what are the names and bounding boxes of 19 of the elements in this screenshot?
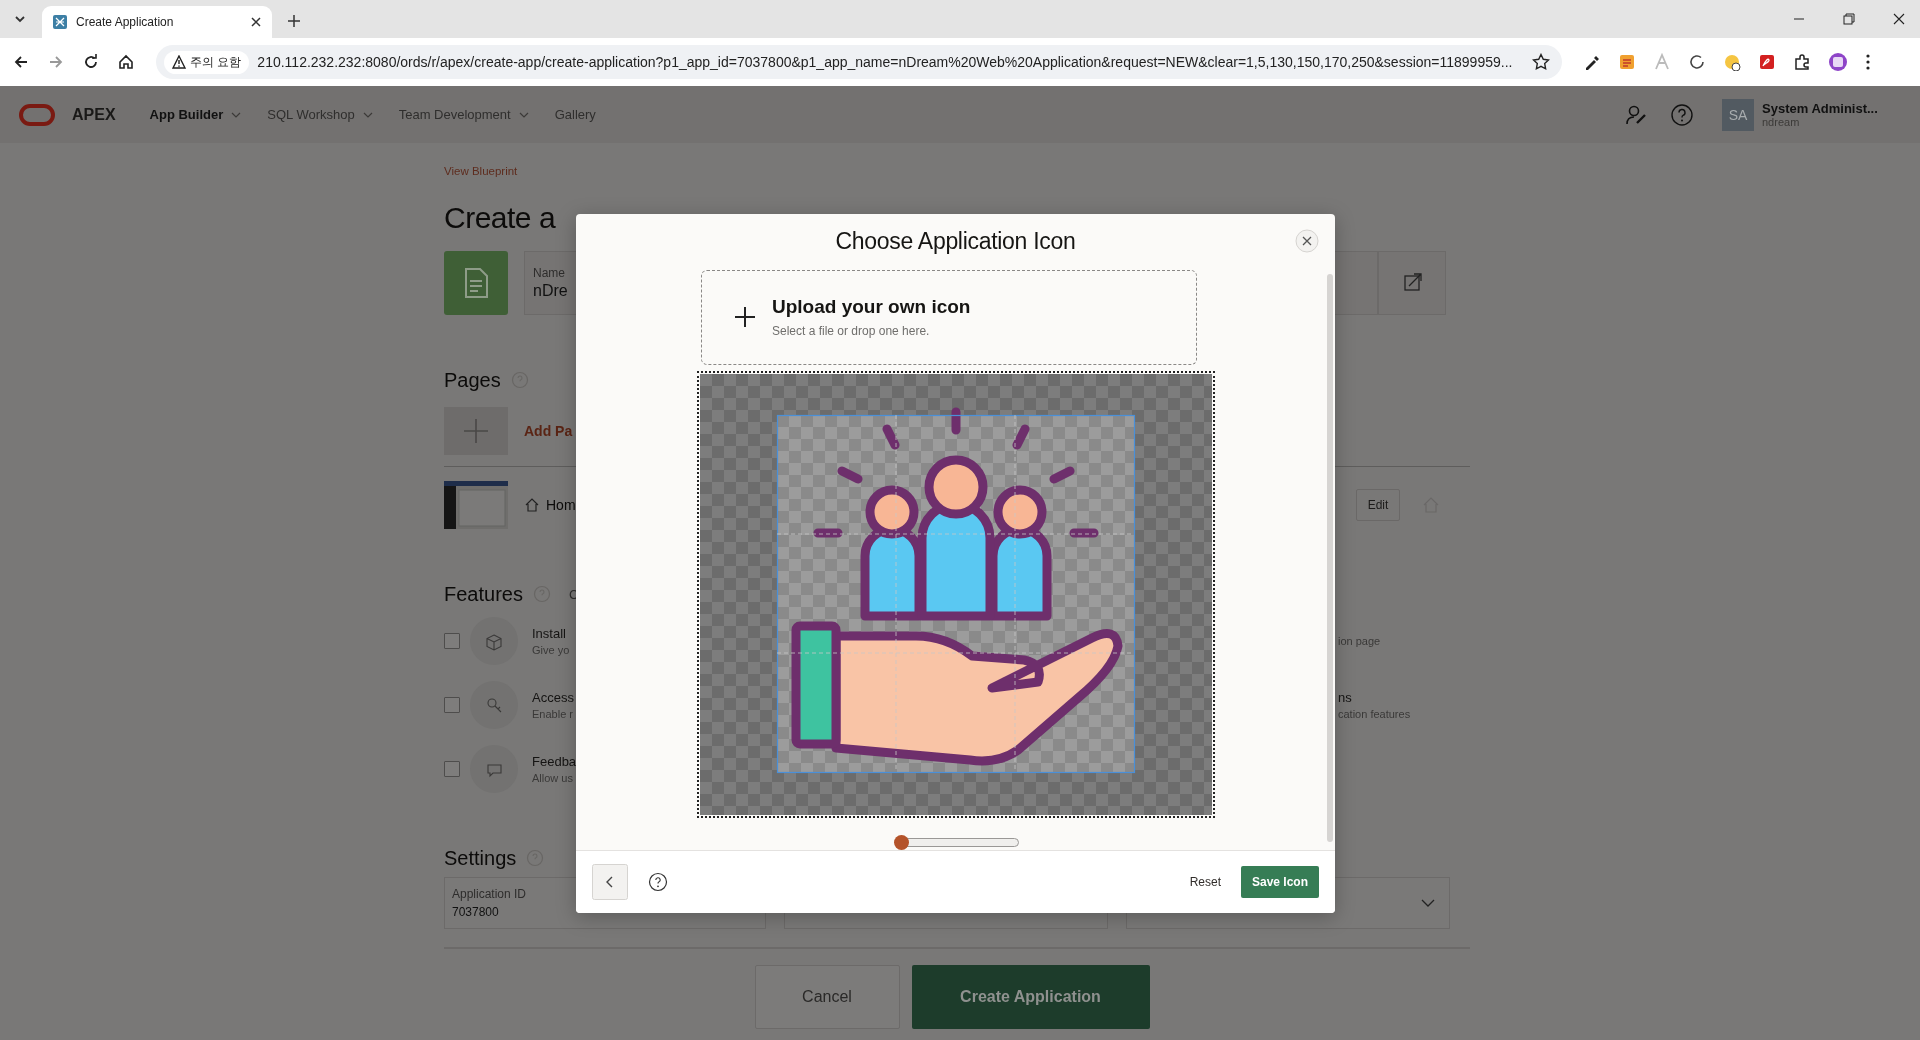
feature-description: Allow us xyxy=(532,772,574,784)
section-heading: Settings xyxy=(444,846,517,870)
upload-title: Upload your own icon xyxy=(772,296,971,319)
feature-title: Install xyxy=(532,626,567,641)
dialog-title: Choose Application Icon xyxy=(835,228,1076,256)
section-heading: Features xyxy=(444,582,523,606)
upload-hint: Select a file or drop one here. xyxy=(772,324,931,339)
section-heading: Pages xyxy=(444,368,501,392)
feature-title: Feedba xyxy=(532,754,577,769)
feature-title: Access xyxy=(532,690,574,705)
feature-description: ion page xyxy=(1338,635,1382,647)
workspace-name: ndream xyxy=(1762,116,1801,128)
feature-title: ns xyxy=(1338,690,1353,705)
url-text: 210.112.232.232:8080/ords/r/apex/create-app/create-application?p1_app_id=7037800&p1_app_name=nDream%20Web%20Application&request=NEW&clear=1,5,130,150,170,250&session=11899959... xyxy=(257,54,1514,70)
feature-description: cation features xyxy=(1338,708,1412,720)
page-title: Create a xyxy=(444,201,556,236)
feature-description: Enable r xyxy=(532,708,574,720)
feature-description: Give yo xyxy=(532,644,570,656)
tab-title: Create Application xyxy=(76,15,175,29)
